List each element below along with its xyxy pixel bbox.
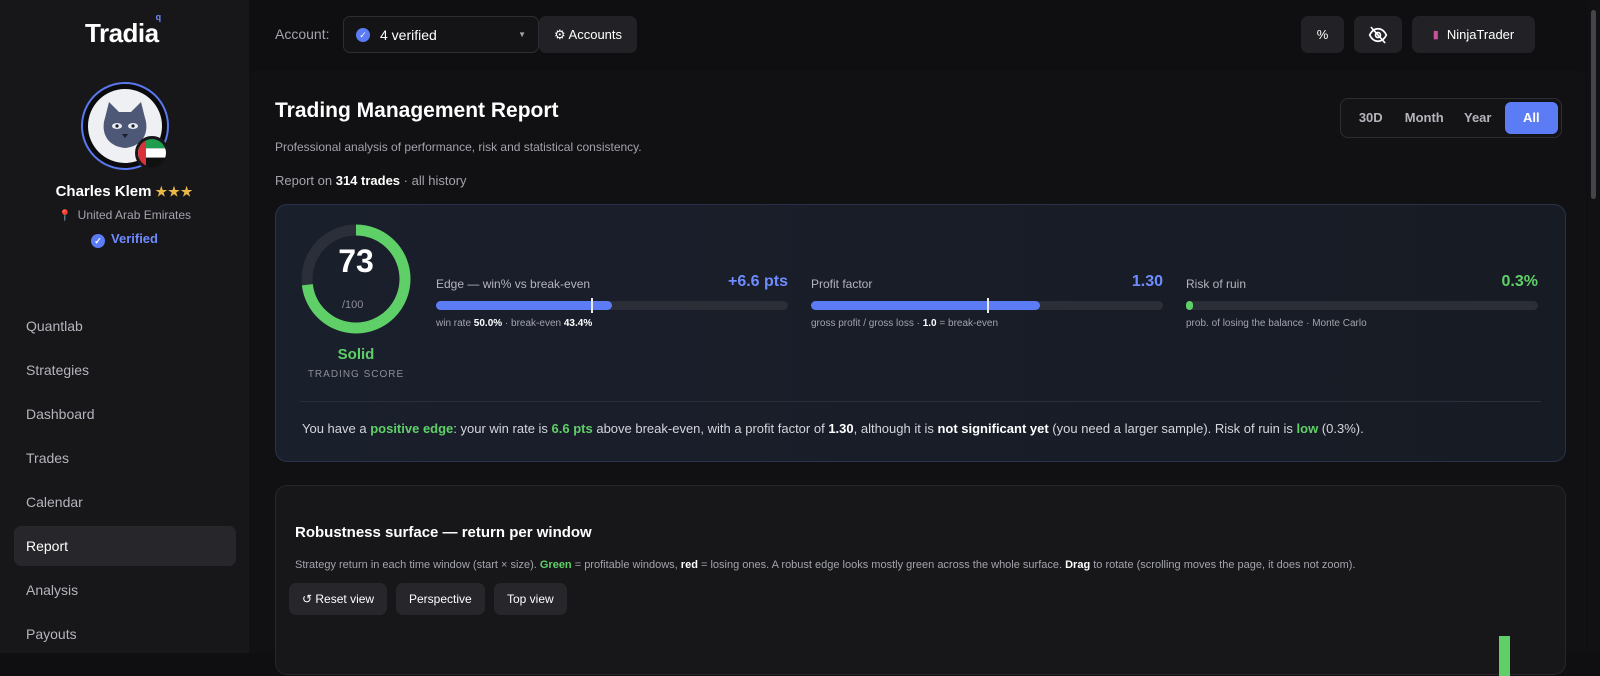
metric-ror-label: Risk of ruin	[1186, 277, 1247, 291]
robustness-title: Robustness surface — return per window	[295, 524, 592, 541]
trading-score-card: 73 /100 Solid TRADING SCORE Edge — win% …	[275, 204, 1566, 462]
metric-pf-fill	[811, 301, 1040, 310]
uae-flag-icon	[135, 136, 169, 170]
metric-edge-note: win rate 50.0% · break-even 43.4%	[436, 318, 593, 329]
scrollbar-thumb[interactable]	[1591, 10, 1596, 199]
account-select-value: 4 verified	[380, 26, 437, 43]
sidebar-item-dashboard[interactable]: Dashboard	[14, 394, 236, 434]
eye-off-icon	[1368, 26, 1388, 43]
page-scrollbar[interactable]	[1588, 0, 1600, 653]
brand-mark: q	[155, 12, 162, 23]
verified-badge: ✓ Verified	[0, 231, 249, 248]
trade-count: 314 trades	[335, 173, 401, 188]
divider	[300, 401, 1541, 402]
metric-profit-factor: Profit factor 1.30 gross profit / gross …	[811, 273, 1163, 329]
robustness-card: Robustness surface — return per window S…	[275, 485, 1566, 676]
sidebar-item-quantlab[interactable]: Quantlab	[14, 306, 236, 346]
location-pin-icon: 📍	[57, 210, 72, 222]
sidebar-item-analysis[interactable]: Analysis	[14, 570, 236, 610]
metric-ror-value: 0.3%	[1501, 273, 1538, 290]
score-caption: TRADING SCORE	[307, 369, 405, 380]
hide-values-button[interactable]	[1354, 16, 1402, 53]
period-all[interactable]: All	[1504, 102, 1558, 134]
metric-pf-track	[811, 298, 1163, 313]
metric-edge-marker	[590, 298, 593, 313]
sidebar-nav: Quantlab Strategies Dashboard Trades Cal…	[14, 306, 236, 658]
metric-pf-note: gross profit / gross loss · 1.0 = break-…	[811, 318, 999, 329]
metric-edge-fill	[436, 301, 612, 310]
metric-ror-track	[1186, 301, 1538, 310]
score-summary: You have a positive edge: your win rate …	[302, 421, 1364, 436]
metric-pf-value: 1.30	[1131, 273, 1163, 290]
page-title: Trading Management Report	[275, 99, 559, 122]
metric-edge: Edge — win% vs break-even +6.6 pts win r…	[436, 273, 788, 329]
metric-risk-of-ruin: Risk of ruin 0.3% prob. of losing the ba…	[1186, 273, 1538, 329]
account-label: Account:	[275, 26, 330, 42]
sidebar-item-trades[interactable]: Trades	[14, 438, 236, 478]
rating-stars: ★★★	[155, 184, 194, 199]
perspective-button[interactable]: Perspective	[396, 583, 485, 615]
percent-toggle-button[interactable]: %	[1301, 16, 1344, 53]
period-selector: 30D Month Year All	[1340, 98, 1562, 138]
robustness-description: Strategy return in each time window (sta…	[295, 559, 1356, 571]
sidebar-item-calendar[interactable]: Calendar	[14, 482, 236, 522]
surface-bar	[1499, 636, 1510, 676]
sidebar: Tradiaq Charles Klem ★★★ 📍 United Arab Emi…	[0, 0, 249, 653]
metric-ror-fill	[1186, 301, 1193, 310]
report-scope: Report on 314 trades · all history	[275, 173, 467, 188]
period-year[interactable]: Year	[1451, 102, 1505, 134]
ninjatrader-icon: ▮	[1432, 29, 1439, 41]
period-30d[interactable]: 30D	[1344, 102, 1398, 134]
period-month[interactable]: Month	[1398, 102, 1452, 134]
score-label: Solid	[337, 346, 375, 363]
metric-pf-label: Profit factor	[811, 277, 873, 291]
account-select[interactable]: ✓ 4 verified ▼	[343, 16, 539, 53]
top-view-button[interactable]: Top view	[494, 583, 567, 615]
score-denominator: /100	[342, 299, 364, 311]
metric-ror-note: prob. of losing the balance · Monte Carl…	[1186, 318, 1367, 329]
sidebar-item-payouts[interactable]: Payouts	[14, 614, 236, 654]
reset-view-button[interactable]: ↺ Reset view	[289, 583, 388, 615]
metric-edge-track	[436, 298, 788, 313]
accounts-button[interactable]: ⚙ Accounts	[539, 16, 638, 53]
user-location: 📍 United Arab Emirates	[57, 208, 192, 222]
metric-pf-marker	[987, 298, 989, 313]
top-bar: Account: ✓ 4 verified ▼ ⚙ Accounts % ▮ N…	[249, 0, 1600, 70]
brand-logo[interactable]: Tradiaq	[85, 12, 164, 49]
metric-edge-value: +6.6 pts	[727, 273, 788, 290]
verified-check-icon: ✓	[356, 27, 370, 42]
sidebar-item-strategies[interactable]: Strategies	[14, 350, 236, 390]
score-value: 73	[338, 243, 374, 279]
platform-button[interactable]: ▮ NinjaTrader	[1412, 16, 1535, 53]
verified-check-icon: ✓	[91, 234, 106, 248]
chevron-down-icon: ▼	[518, 30, 526, 39]
user-name: Charles Klem ★★★	[55, 183, 194, 200]
sidebar-item-report[interactable]: Report	[14, 526, 236, 566]
page-subtitle: Professional analysis of performance, ri…	[275, 140, 642, 154]
